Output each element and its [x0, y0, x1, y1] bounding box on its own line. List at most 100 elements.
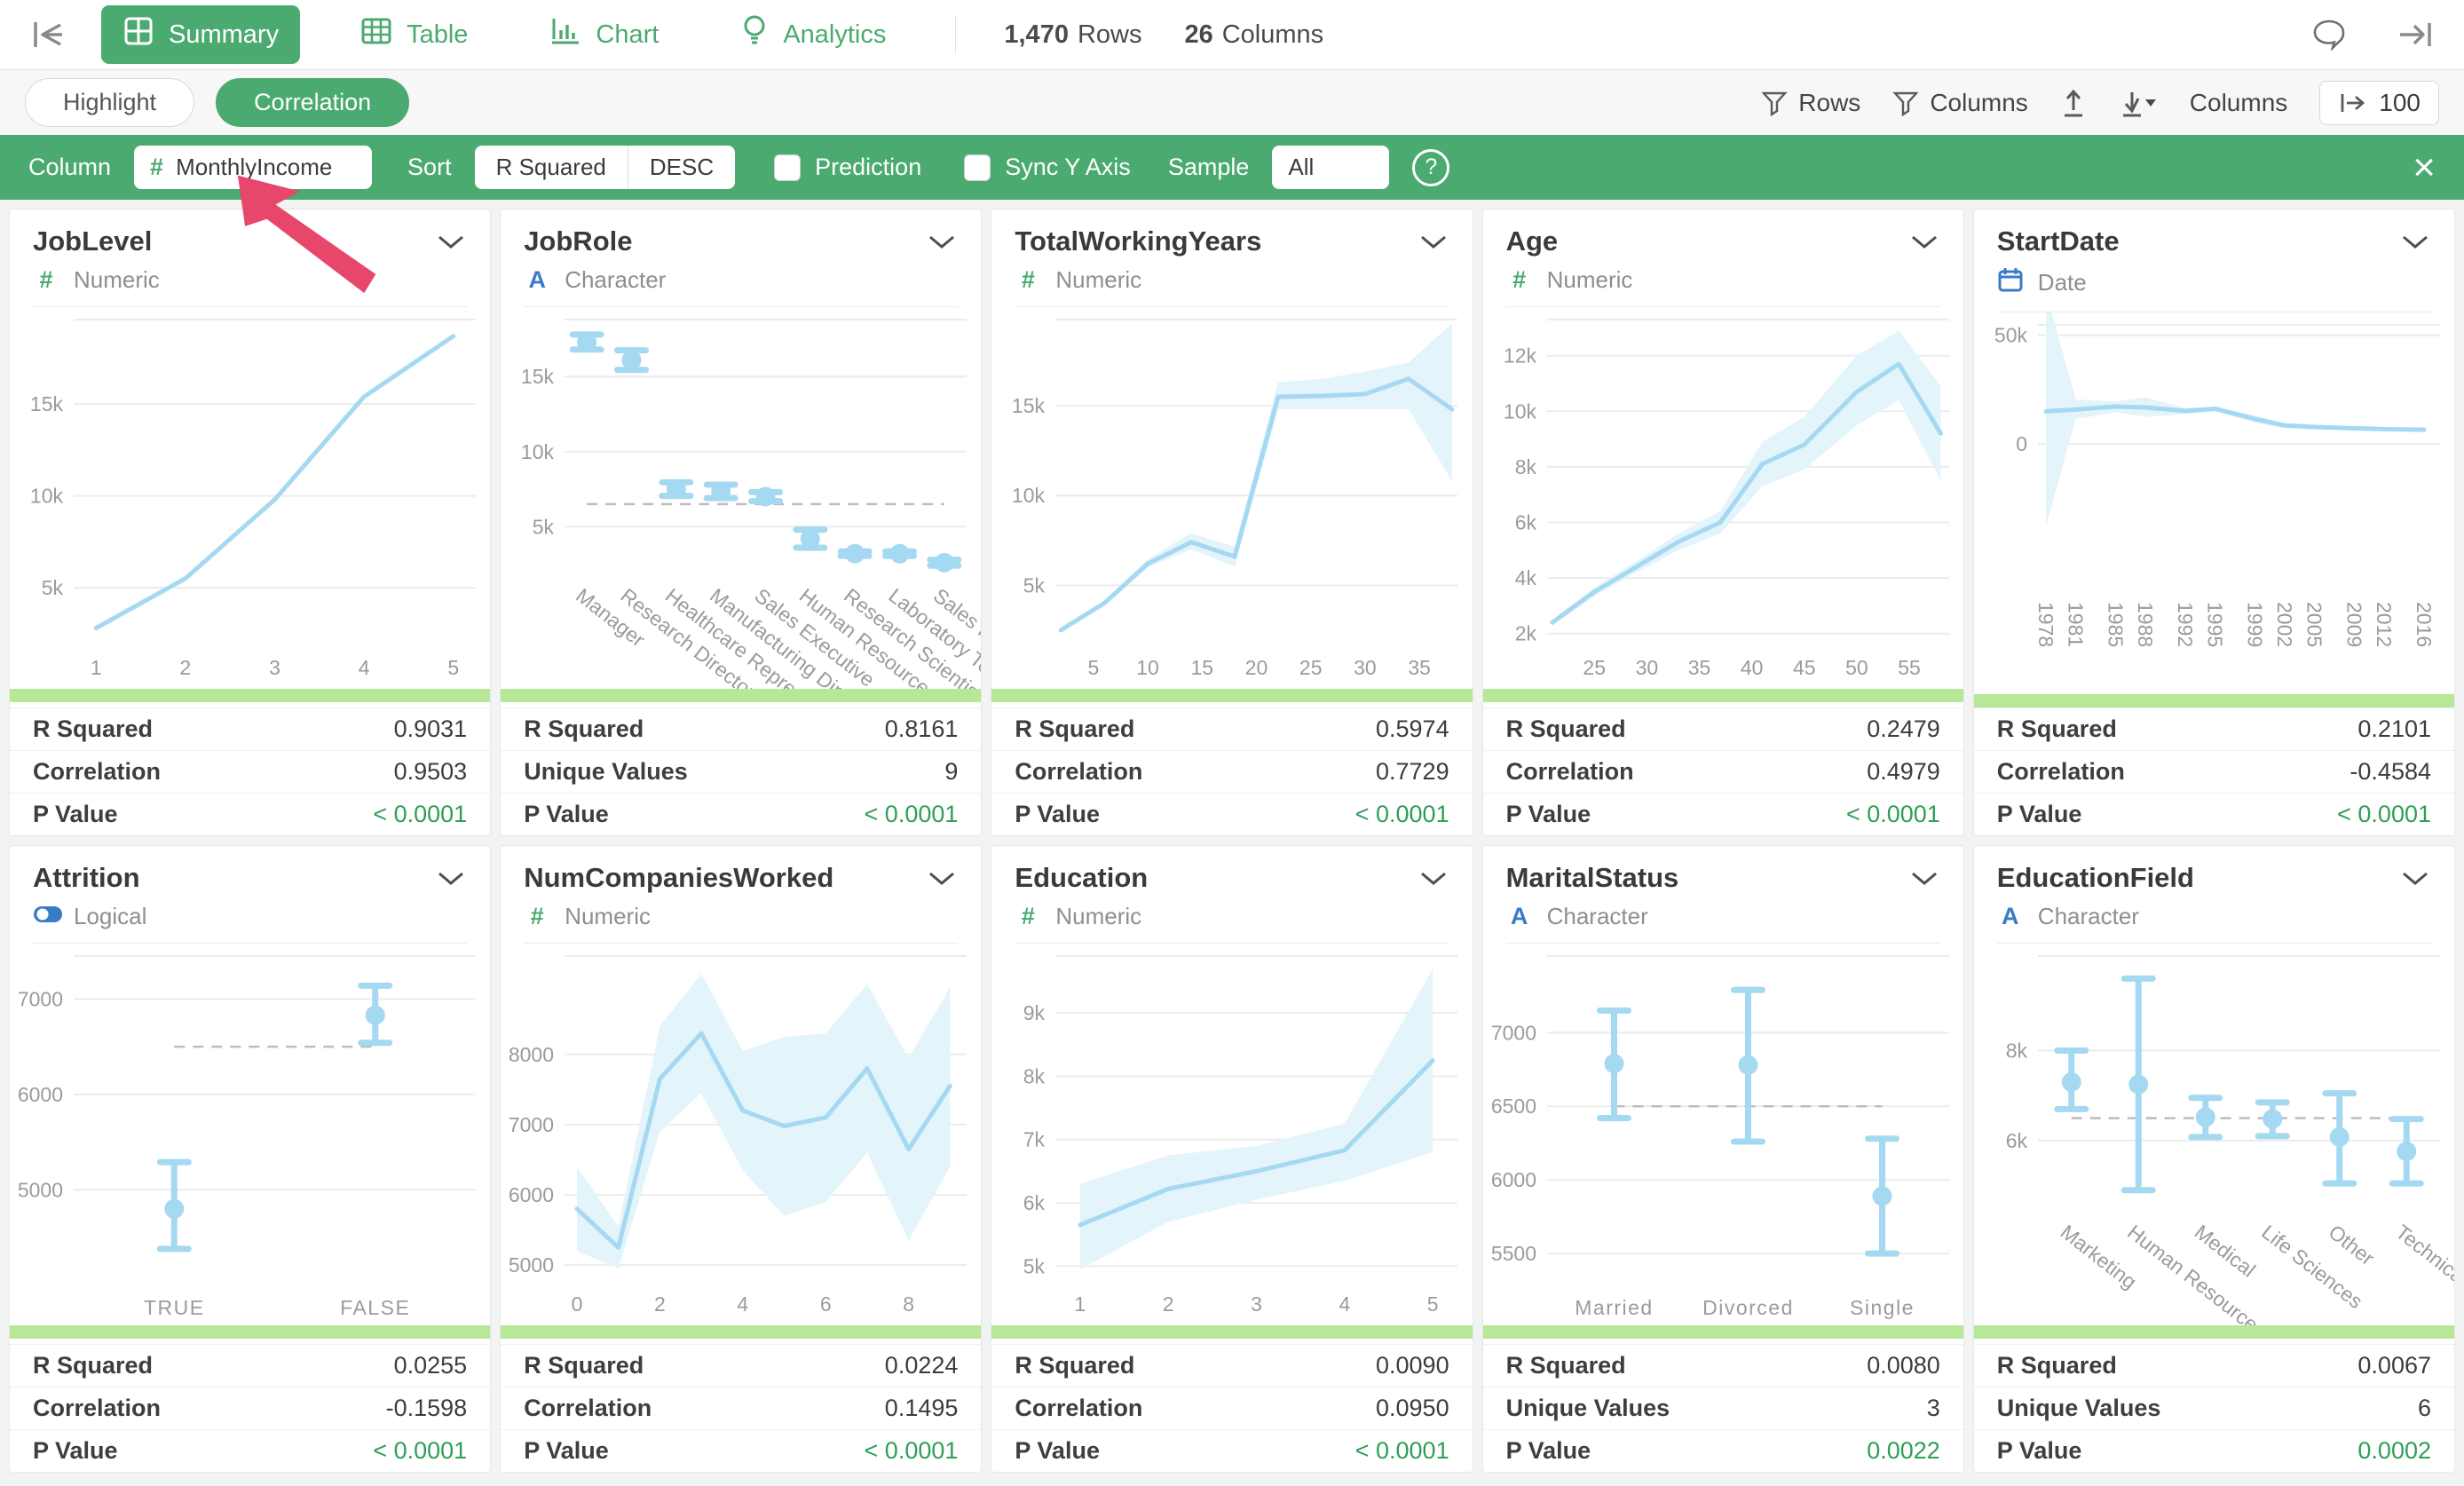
dataset-counts: 1,470 Rows 26 Columns	[1004, 20, 1323, 50]
columns-width-label: Columns	[2189, 88, 2288, 116]
svg-text:7000: 7000	[509, 1113, 554, 1136]
chevron-down-icon[interactable]	[437, 871, 465, 891]
highlight-button[interactable]: Highlight	[25, 78, 195, 127]
svg-text:5k: 5k	[533, 515, 555, 538]
sample-label: Sample	[1167, 154, 1250, 180]
chevron-down-icon[interactable]	[437, 234, 465, 255]
chevron-down-icon[interactable]	[1419, 234, 1448, 255]
tab-label: Summary	[169, 20, 280, 49]
stat-value: < 0.0001	[2337, 801, 2431, 827]
stat-row: R Squared 0.9031	[10, 707, 491, 750]
card-header: JobLevel # Numeric	[10, 209, 490, 307]
stat-label: R Squared	[1505, 1352, 1626, 1379]
stat-value: 0.0224	[884, 1352, 959, 1379]
stat-value: < 0.0001	[1354, 1437, 1449, 1464]
sort-direction-button[interactable]: DESC	[627, 146, 735, 189]
stat-row: R Squared 0.0090	[991, 1344, 1473, 1387]
tab-summary[interactable]: Summary	[101, 5, 301, 64]
download-icon[interactable]	[2119, 87, 2158, 119]
svg-text:15: 15	[1191, 656, 1214, 679]
card-type-label: Character	[1546, 903, 1648, 929]
correlation-button[interactable]: Correlation	[216, 78, 410, 127]
stat-label: Unique Values	[1505, 1395, 1670, 1421]
svg-text:5: 5	[1088, 656, 1100, 679]
svg-text:5000: 5000	[18, 1178, 63, 1201]
svg-text:7000: 7000	[18, 987, 63, 1010]
card-chart: 5k 10k 15k 5 10 15 20 25 30 35	[1012, 319, 1458, 679]
stat-row: P Value < 0.0001	[1482, 793, 1963, 835]
card-header: Education # Numeric	[991, 846, 1472, 944]
sort-control: R Squared DESC	[474, 146, 736, 189]
columns-limit-button[interactable]: 100	[2319, 80, 2439, 125]
stat-value: < 0.0001	[864, 801, 959, 827]
help-icon[interactable]: ?	[1412, 148, 1450, 186]
tab-analytics[interactable]: Analytics	[719, 4, 907, 65]
stat-value: 0.0067	[2357, 1352, 2431, 1379]
stat-label: P Value	[524, 1437, 609, 1464]
column-input[interactable]: # MonthlyIncome	[134, 146, 373, 189]
chevron-down-icon[interactable]	[2401, 234, 2429, 255]
svg-text:1992: 1992	[2174, 602, 2197, 647]
svg-text:6000: 6000	[509, 1183, 554, 1206]
card-chart: 0 50k 1978 1981 1985 1988 1992 1995 1999 2002 2005…	[1994, 312, 2440, 647]
chevron-down-icon[interactable]	[1419, 871, 1448, 891]
svg-text:TRUE: TRUE	[144, 1296, 205, 1319]
prediction-checkbox[interactable]: Prediction	[774, 154, 921, 181]
stat-label: R Squared	[1996, 1352, 2117, 1379]
chevron-down-icon[interactable]	[928, 234, 956, 255]
svg-text:4: 4	[359, 656, 370, 679]
filter-columns-label: Columns	[1930, 88, 2028, 116]
stat-value: 0.1495	[884, 1395, 959, 1421]
divider	[955, 16, 957, 53]
stat-row: P Value < 0.0001	[501, 793, 982, 835]
expand-right-icon[interactable]	[2397, 19, 2434, 51]
stat-row: Correlation 0.4979	[1482, 750, 1963, 793]
row-count-value: 1,470	[1004, 20, 1069, 49]
chevron-down-icon[interactable]	[1910, 871, 1939, 891]
stat-row: R Squared 0.2479	[1482, 707, 1963, 750]
lightbulb-icon	[740, 14, 769, 55]
sort-field-button[interactable]: R Squared	[475, 146, 628, 189]
significance-bar	[10, 689, 491, 702]
sync-y-axis-checkbox[interactable]: Sync Y Axis	[964, 154, 1131, 181]
card-title: Age	[1505, 225, 1559, 257]
significance-bar	[10, 1325, 491, 1339]
svg-text:1988: 1988	[2134, 602, 2157, 647]
numeric-hash-icon: #	[1021, 903, 1035, 929]
card-type: # Numeric	[1015, 903, 1449, 944]
stat-label: Correlation	[33, 758, 162, 785]
chevron-down-icon[interactable]	[928, 871, 956, 891]
svg-text:35: 35	[1687, 656, 1710, 679]
upload-icon[interactable]	[2060, 87, 2087, 119]
svg-text:2: 2	[179, 656, 191, 679]
tab-chart[interactable]: Chart	[528, 6, 680, 63]
svg-text:0: 0	[2016, 432, 2027, 455]
svg-text:8k: 8k	[1023, 1064, 1046, 1087]
svg-text:40: 40	[1740, 656, 1763, 679]
svg-text:2: 2	[1163, 1292, 1174, 1316]
checkbox-icon	[964, 154, 991, 181]
stat-row: Correlation 0.0950	[991, 1387, 1473, 1429]
tab-table[interactable]: Table	[339, 6, 489, 63]
summary-card-NumCompaniesWorked: NumCompaniesWorked # Numeric 5000 6000 7000 80…	[500, 845, 983, 1473]
close-icon[interactable]: ×	[2413, 147, 2436, 187]
svg-text:6: 6	[820, 1292, 832, 1316]
chevron-down-icon[interactable]	[2401, 871, 2429, 891]
svg-text:5k: 5k	[1023, 573, 1046, 597]
svg-text:10k: 10k	[1504, 399, 1537, 423]
filter-columns-button[interactable]: Columns	[1892, 88, 2028, 117]
chevron-down-icon[interactable]	[1910, 234, 1939, 255]
svg-text:Divorced: Divorced	[1702, 1296, 1794, 1319]
stat-label: R Squared	[524, 715, 644, 742]
filter-rows-label: Rows	[1798, 88, 1861, 116]
summary-card-EducationField: EducationField A Character 6k 8k Marketing Hum…	[1972, 845, 2455, 1473]
card-header: Age # Numeric	[1483, 209, 1963, 307]
svg-text:8000: 8000	[509, 1043, 554, 1066]
significance-bar	[1482, 1325, 1963, 1339]
comment-bubble-icon[interactable]	[2311, 19, 2347, 51]
card-title: TotalWorkingYears	[1015, 225, 1262, 257]
collapse-left-icon[interactable]	[30, 18, 66, 51]
svg-text:2012: 2012	[2373, 602, 2396, 647]
filter-rows-button[interactable]: Rows	[1761, 89, 1860, 117]
sample-select[interactable]: All	[1272, 146, 1390, 189]
